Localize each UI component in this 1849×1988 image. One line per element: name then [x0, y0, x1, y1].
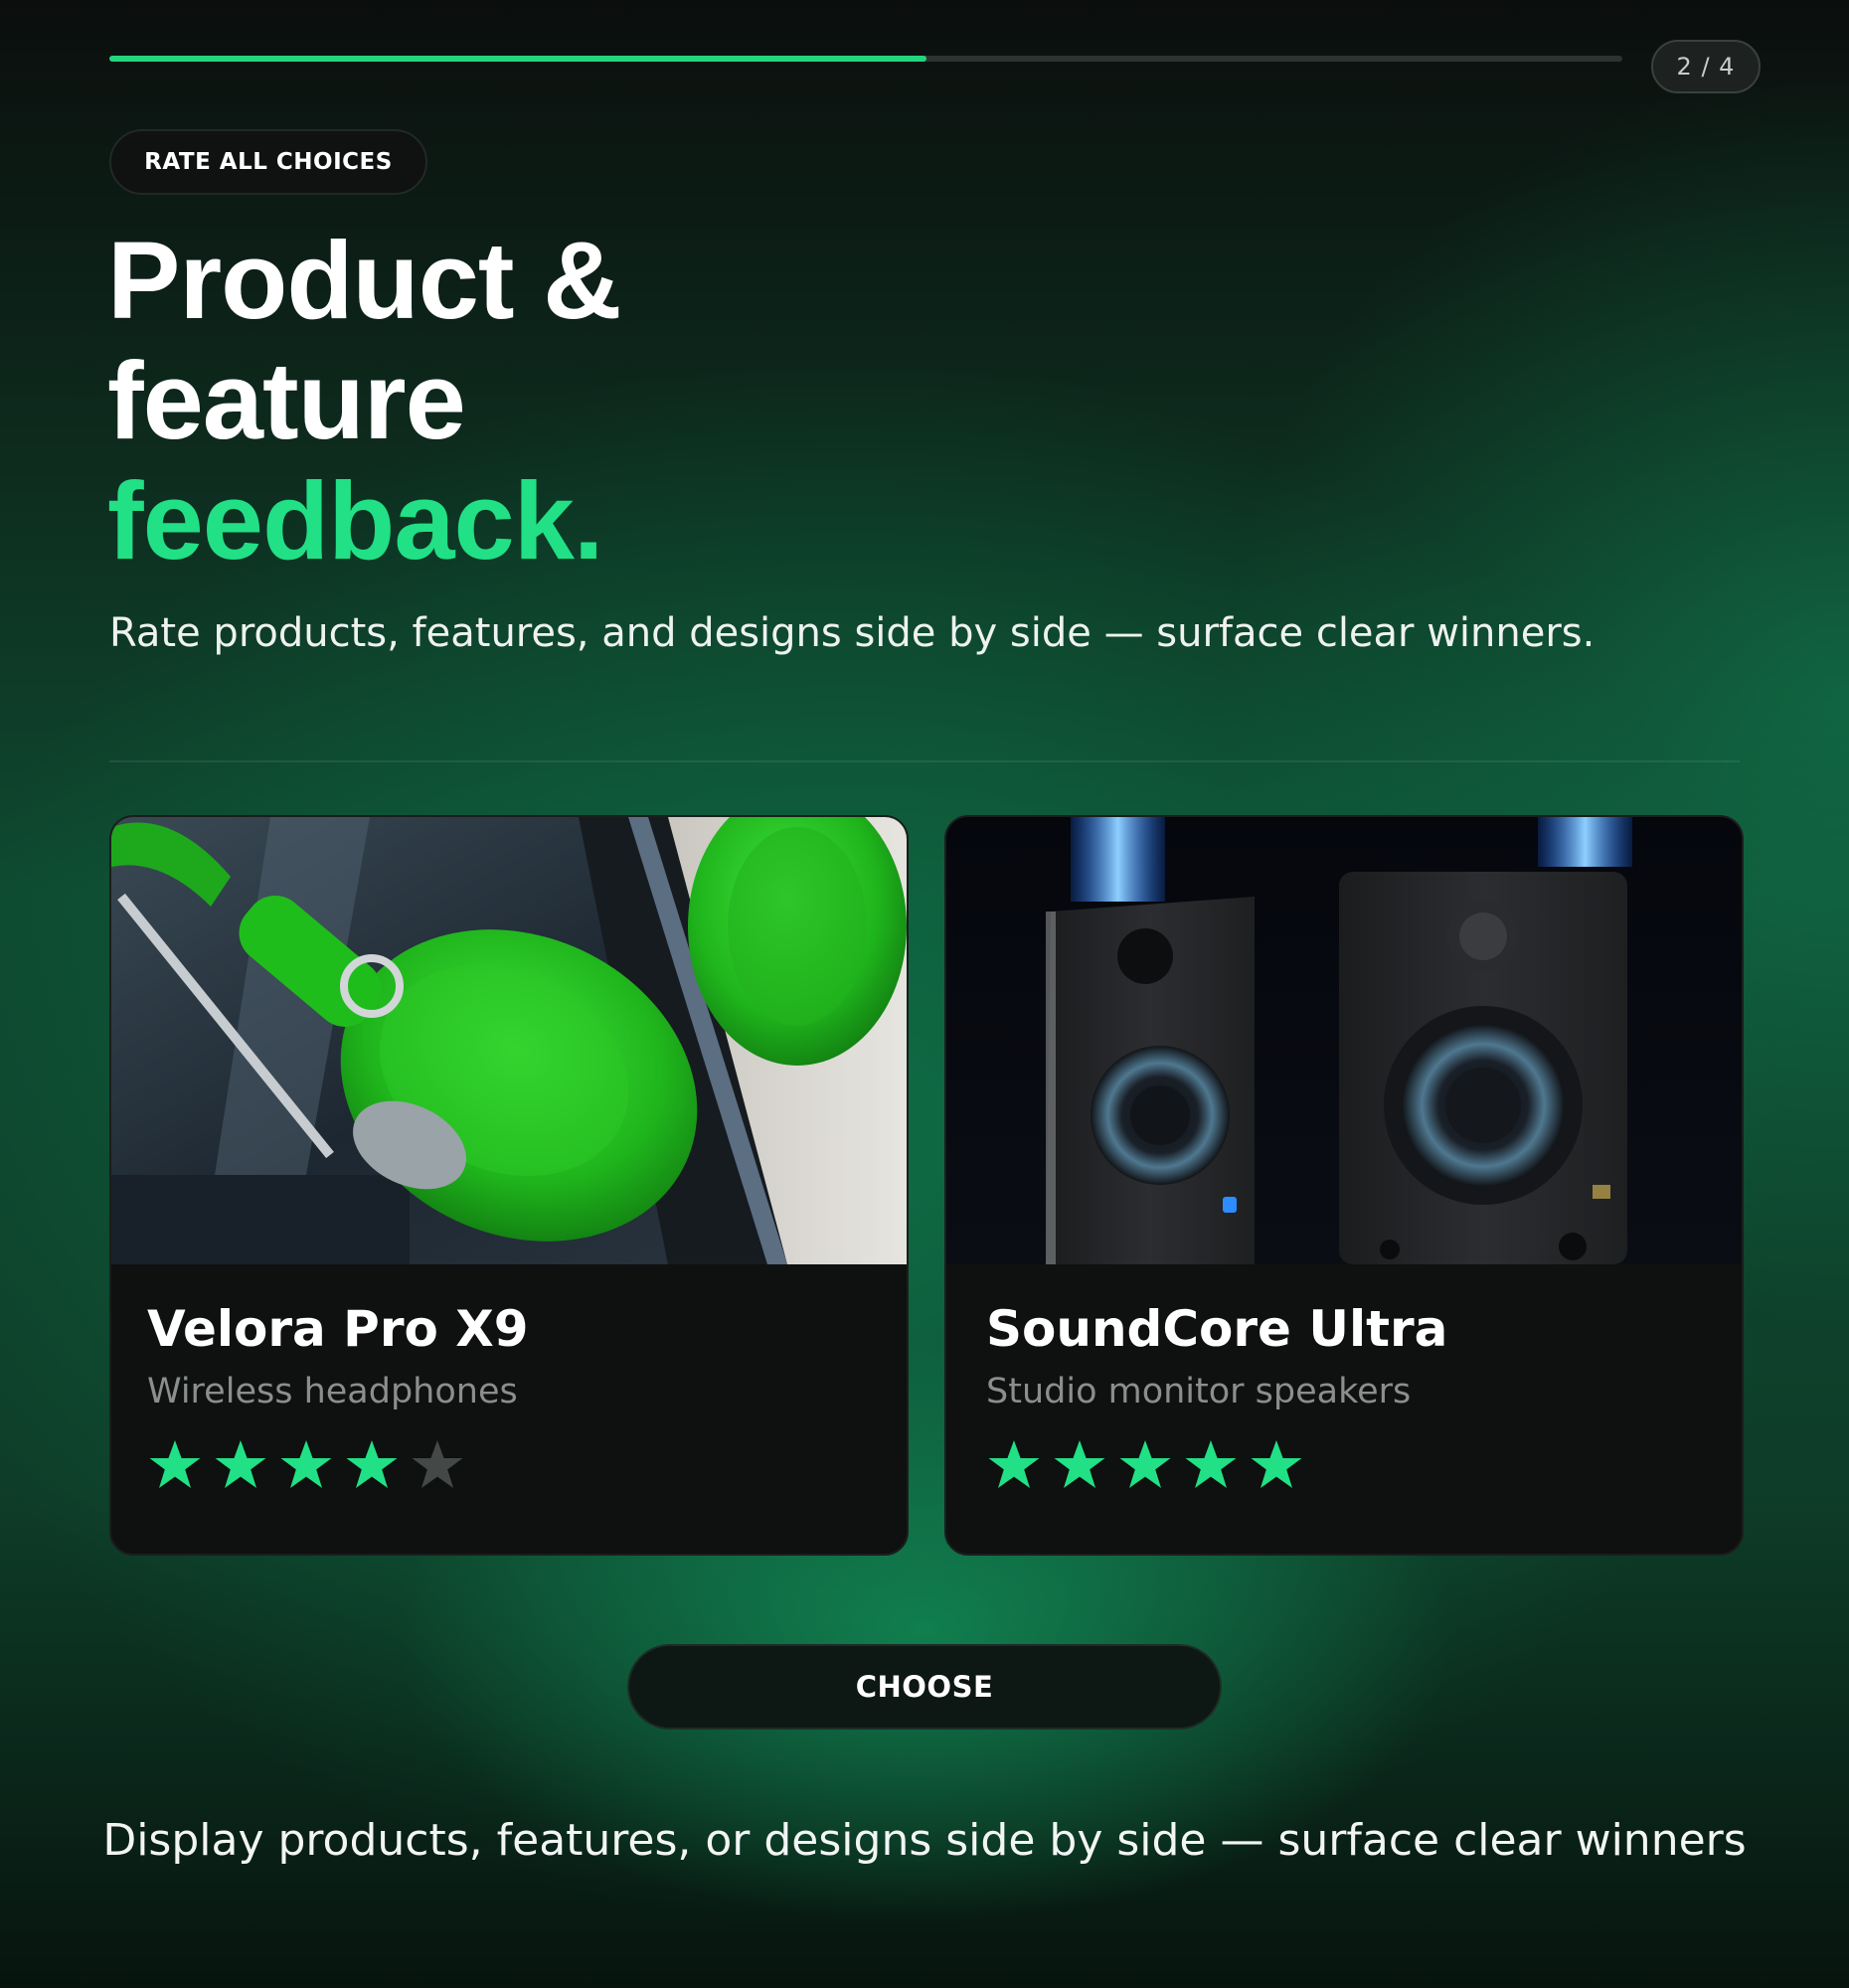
title-line-1: Product &	[107, 220, 622, 342]
star-filled-icon[interactable]	[1249, 1437, 1304, 1493]
title-line-3-accent: feedback.	[107, 460, 603, 582]
card-subtitle: Wireless headphones	[147, 1372, 518, 1411]
page-subtitle: Rate products, features, and designs sid…	[109, 610, 1596, 656]
card-title: SoundCore Ultra	[986, 1300, 1448, 1358]
title-line-2: feature	[107, 340, 466, 462]
progress-fill	[109, 56, 926, 62]
choose-button[interactable]: CHOOSE	[627, 1644, 1222, 1730]
star-filled-icon[interactable]	[1117, 1437, 1173, 1493]
star-filled-icon[interactable]	[1052, 1437, 1107, 1493]
card-title: Velora Pro X9	[147, 1300, 529, 1358]
divider	[109, 760, 1740, 762]
headphones-image	[111, 817, 907, 1264]
card-subtitle: Studio monitor speakers	[986, 1372, 1412, 1411]
progress-track	[109, 56, 1622, 62]
star-filled-icon[interactable]	[344, 1437, 400, 1493]
star-filled-icon[interactable]	[1183, 1437, 1239, 1493]
page-title: Product & feature feedback.	[107, 220, 622, 582]
product-card-soundcore[interactable]: SoundCore Ultra Studio monitor speakers	[944, 815, 1744, 1556]
star-rating[interactable]	[986, 1437, 1304, 1493]
star-filled-icon[interactable]	[213, 1437, 268, 1493]
star-empty-icon[interactable]	[410, 1437, 465, 1493]
star-filled-icon[interactable]	[986, 1437, 1042, 1493]
step-counter: 2 / 4	[1651, 40, 1761, 93]
star-rating[interactable]	[147, 1437, 465, 1493]
footer-caption: Display products, features, or designs s…	[102, 1815, 1747, 1866]
star-filled-icon[interactable]	[147, 1437, 203, 1493]
product-card-velora[interactable]: Velora Pro X9 Wireless headphones	[109, 815, 909, 1556]
instruction-tag: RATE ALL CHOICES	[109, 129, 427, 195]
star-filled-icon[interactable]	[278, 1437, 334, 1493]
speakers-image	[946, 817, 1742, 1264]
